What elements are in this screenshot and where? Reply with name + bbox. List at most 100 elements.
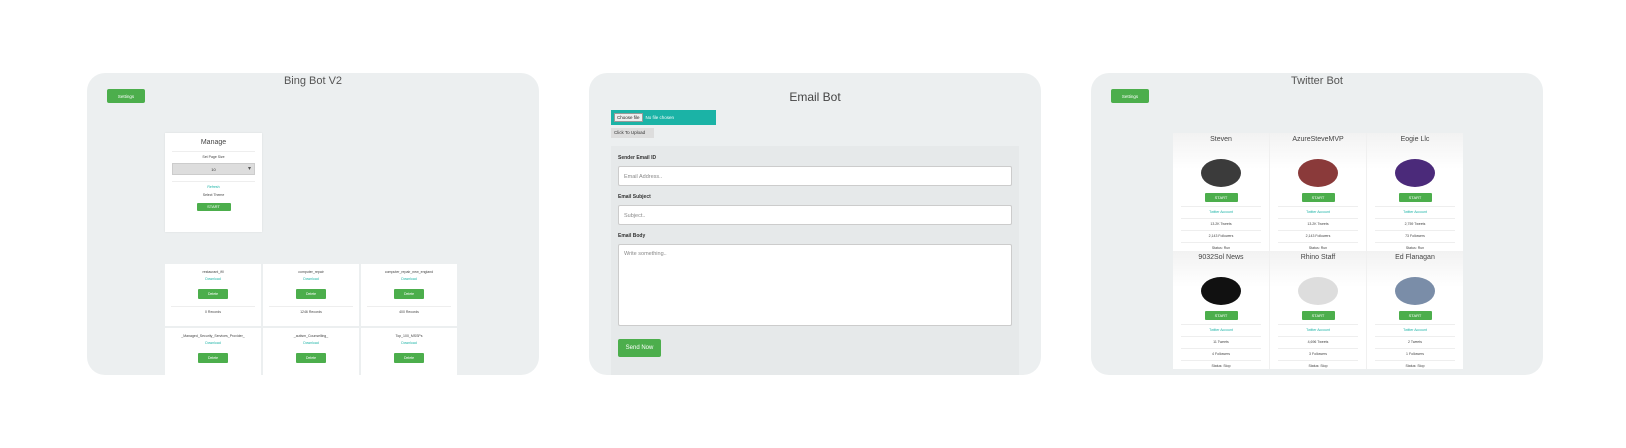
file-card: computer_repair_new_england Download Del…	[361, 264, 457, 326]
file-card: Top_100_MSSPs Download Delete	[361, 328, 457, 375]
download-link[interactable]: Download	[263, 341, 359, 345]
account-grid: Steven START Twitter Account 13.2K Tweet…	[1173, 133, 1463, 369]
delete-button[interactable]: Delete	[198, 289, 228, 299]
avatar	[1395, 277, 1435, 305]
start-button[interactable]: START	[1301, 193, 1335, 202]
email-form: Sender Email ID Email Address.. Email Su…	[611, 146, 1019, 375]
follower-count: 73 Followers	[1375, 230, 1455, 238]
start-button[interactable]: START	[1204, 193, 1238, 202]
file-card: computer_repair Download Delete 1246 Rec…	[263, 264, 359, 326]
download-link[interactable]: Download	[361, 341, 457, 345]
file-card: _autism_Counselling_ Download Delete	[263, 328, 359, 375]
manage-title: Manage	[200, 139, 227, 146]
avatar	[1201, 159, 1241, 187]
email-bot-title: Email Bot	[789, 90, 841, 104]
bing-settings-button[interactable]: Settings	[107, 89, 145, 103]
follower-count: 1 Followers	[1375, 348, 1455, 356]
refresh-link[interactable]: Refresh	[172, 181, 255, 189]
record-count: 0 Records	[171, 306, 255, 314]
body-label: Email Body	[618, 233, 646, 239]
twitter-account-link[interactable]: Twitter Account	[1375, 206, 1455, 214]
bot-status: Status: Run	[1181, 242, 1261, 250]
body-textarea[interactable]: Write something..	[618, 244, 1012, 326]
file-input[interactable]: Choose file No file chosen	[611, 110, 716, 125]
tweet-count: 13.2K Tweets	[1181, 218, 1261, 226]
file-name: _Managed_Security_Services_Provider_	[181, 334, 245, 338]
delete-button[interactable]: Delete	[198, 353, 228, 363]
avatar	[1201, 277, 1241, 305]
choose-file-button[interactable]: Choose file	[614, 113, 643, 122]
account-card: Steven START Twitter Account 13.2K Tweet…	[1173, 133, 1269, 251]
delete-button[interactable]: Delete	[296, 353, 326, 363]
delete-button[interactable]: Delete	[394, 289, 424, 299]
bot-status: Status: Stop	[1181, 360, 1261, 368]
twitter-bot-panel: Twitter Bot Settings Steven START Twitte…	[1091, 73, 1543, 375]
twitter-account-link[interactable]: Twitter Account	[1375, 324, 1455, 332]
upload-button[interactable]: Click To Upload	[611, 128, 654, 138]
start-button[interactable]: START	[1204, 311, 1238, 320]
bing-bot-panel: Bing Bot V2 Settings Manage Set Page Siz…	[87, 73, 539, 375]
record-count: 400 Records	[367, 306, 451, 314]
select-theme-label[interactable]: Select Theme	[165, 193, 262, 197]
download-link[interactable]: Download	[165, 341, 261, 345]
account-card: Eogie Llc START Twitter Account 2,759 Tw…	[1367, 133, 1463, 251]
avatar	[1298, 277, 1338, 305]
account-card: AzureSteveMVP START Twitter Account 13.2…	[1270, 133, 1366, 251]
account-name: Eogie Llc	[1400, 136, 1430, 143]
file-name: Top_100_MSSPs	[395, 334, 423, 338]
bing-start-button[interactable]: START	[196, 203, 231, 211]
email-bot-panel: Email Bot Choose file No file chosen Cli…	[589, 73, 1041, 375]
page-size-label: Set Page Size	[172, 151, 255, 161]
avatar	[1395, 159, 1435, 187]
tweet-count: 11 Tweets	[1181, 336, 1261, 344]
twitter-account-link[interactable]: Twitter Account	[1278, 206, 1358, 214]
sender-label: Sender Email ID	[618, 155, 657, 161]
bot-status: Status: Run	[1278, 242, 1358, 250]
account-name: Rhino Staff	[1300, 254, 1336, 261]
bot-status: Status: Stop	[1278, 360, 1358, 368]
download-link[interactable]: Download	[361, 277, 457, 281]
subject-input[interactable]: Subject..	[618, 205, 1012, 225]
bot-status: Status: Stop	[1375, 360, 1455, 368]
file-name: _autism_Counselling_	[293, 334, 329, 338]
start-button[interactable]: START	[1398, 311, 1432, 320]
file-grid: restaurant_ifll Download Delete 0 Record…	[165, 264, 457, 375]
twitter-account-link[interactable]: Twitter Account	[1181, 206, 1261, 214]
subject-label: Email Subject	[618, 194, 651, 200]
delete-button[interactable]: Delete	[394, 353, 424, 363]
download-link[interactable]: Download	[263, 277, 359, 281]
account-name: AzureSteveMVP	[1292, 136, 1344, 143]
no-file-text: No file chosen	[645, 115, 675, 120]
follower-count: 4 Followers	[1181, 348, 1261, 356]
follower-count: 2,143 Followers	[1181, 230, 1261, 238]
file-name: computer_repair_new_england	[384, 270, 434, 274]
start-button[interactable]: START	[1398, 193, 1432, 202]
account-name: Steven	[1210, 136, 1232, 143]
file-card: _Managed_Security_Services_Provider_ Dow…	[165, 328, 261, 375]
twitter-bot-title: Twitter Bot	[1291, 75, 1343, 87]
follower-count: 2,143 Followers	[1278, 230, 1358, 238]
sender-email-input[interactable]: Email Address..	[618, 166, 1012, 186]
twitter-account-link[interactable]: Twitter Account	[1278, 324, 1358, 332]
account-name: Ed Flanagan	[1395, 254, 1435, 261]
twitter-account-link[interactable]: Twitter Account	[1181, 324, 1261, 332]
tweet-count: 4,696 Tweets	[1278, 336, 1358, 344]
twitter-settings-button[interactable]: Settings	[1111, 89, 1149, 103]
delete-button[interactable]: Delete	[296, 289, 326, 299]
bot-status: Status: Run	[1375, 242, 1455, 250]
account-card: Rhino Staff START Twitter Account 4,696 …	[1270, 251, 1366, 369]
account-name: 9032Sol News	[1198, 254, 1244, 261]
file-name: computer_repair	[298, 270, 324, 274]
tweet-count: 13.2K Tweets	[1278, 218, 1358, 226]
send-now-button[interactable]: Send Now	[618, 339, 661, 357]
download-link[interactable]: Download	[165, 277, 261, 281]
start-button[interactable]: START	[1301, 311, 1335, 320]
avatar	[1298, 159, 1338, 187]
file-name: restaurant_ifll	[202, 270, 224, 274]
tweet-count: 2,759 Tweets	[1375, 218, 1455, 226]
page-size-select[interactable]: 10	[172, 163, 255, 175]
record-count: 1246 Records	[269, 306, 353, 314]
account-card: Ed Flanagan START Twitter Account 2 Twee…	[1367, 251, 1463, 369]
follower-count: 3 Followers	[1278, 348, 1358, 356]
file-card: restaurant_ifll Download Delete 0 Record…	[165, 264, 261, 326]
